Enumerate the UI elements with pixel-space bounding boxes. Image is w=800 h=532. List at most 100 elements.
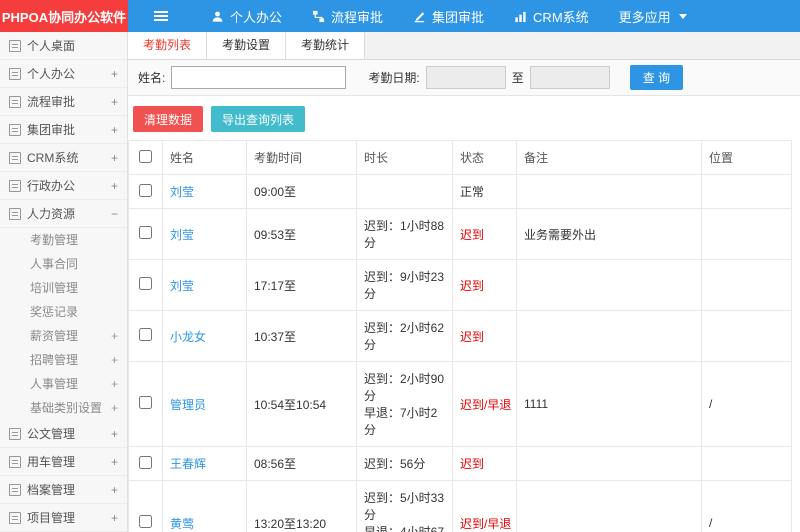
status-text: 迟到 xyxy=(452,310,517,362)
row-checkbox[interactable] xyxy=(139,396,152,409)
name-label: 姓名: xyxy=(138,71,166,85)
people-icon xyxy=(9,207,21,220)
header-location: 位置 xyxy=(701,140,792,175)
flow-icon xyxy=(9,95,21,108)
sidebar-item-human-resources[interactable]: 人力资源 − xyxy=(0,200,127,228)
nav-label: CRM系统 xyxy=(533,9,589,25)
employee-name-link[interactable]: 刘莹 xyxy=(170,228,194,242)
table-row: 管理员 10:54至10:54 迟到：2小时90分 早退：7小时2分 迟到/早退… xyxy=(128,361,792,447)
name-cell: 王春辉 xyxy=(162,446,247,481)
row-checkbox[interactable] xyxy=(139,328,152,341)
stamp-icon xyxy=(9,123,21,136)
nav-group-approval[interactable]: 集团审批 xyxy=(398,0,499,32)
duration xyxy=(356,174,453,209)
sidebar-subitem-reward-punishment[interactable]: 奖惩记录 xyxy=(0,300,127,324)
sidebar-item-vehicle-management[interactable]: 用车管理 + xyxy=(0,448,127,476)
sidebar-subitem-training-management[interactable]: 培训管理 xyxy=(0,276,127,300)
nav-more-apps[interactable]: 更多应用 xyxy=(604,0,702,32)
date-to-input[interactable] xyxy=(529,66,610,89)
name-cell: 黄莺 xyxy=(162,480,247,532)
expand-indicator: + xyxy=(110,329,118,343)
table-row: 刘莹 09:00至 正常 xyxy=(128,174,792,209)
sidebar-item-personal-desktop[interactable]: 个人桌面 xyxy=(0,32,127,60)
date-from-input[interactable] xyxy=(425,66,506,89)
row-checkbox[interactable] xyxy=(139,226,152,239)
sidebar-subitem-attendance-management[interactable]: 考勤管理 xyxy=(0,228,127,252)
header-name: 姓名 xyxy=(162,140,247,175)
sidebar-item-document-management[interactable]: 公文管理 + xyxy=(0,420,127,448)
sidebar-item-crm-system[interactable]: CRM系统 + xyxy=(0,144,127,172)
sidebar-subitem-basic-category-settings[interactable]: 基础类别设置 + xyxy=(0,396,127,420)
name-cell: 刘莹 xyxy=(162,259,247,311)
sidebar-item-label: 档案管理 xyxy=(27,483,76,497)
sidebar-subitem-personnel-contract[interactable]: 人事合同 xyxy=(0,252,127,276)
nav-workflow-approval[interactable]: 流程审批 xyxy=(297,0,398,32)
employee-name-link[interactable]: 管理员 xyxy=(170,398,206,412)
location xyxy=(701,446,792,481)
top-navigation: 个人办公 流程审批 集团审批 CRM系统 更多应用 xyxy=(196,0,702,32)
bar-chart-icon xyxy=(515,11,526,22)
sidebar-item-label: 个人办公 xyxy=(27,67,76,81)
remark xyxy=(516,259,702,311)
row-checkbox[interactable] xyxy=(139,183,152,197)
sidebar-subitem-personnel-management[interactable]: 人事管理 + xyxy=(0,372,127,396)
hamburger-icon[interactable] xyxy=(142,0,180,32)
sidebar-item-workflow-approval[interactable]: 流程审批 + xyxy=(0,88,127,116)
employee-name-link[interactable]: 刘莹 xyxy=(170,279,194,293)
location xyxy=(701,208,792,260)
attendance-time: 10:54至10:54 xyxy=(246,361,357,447)
sidebar-item-archive-management[interactable]: 档案管理 + xyxy=(0,476,127,504)
status-text: 迟到 xyxy=(452,259,517,311)
sidebar-item-personal-office[interactable]: 个人办公 + xyxy=(0,60,127,88)
project-icon xyxy=(9,511,21,524)
name-input[interactable] xyxy=(171,66,347,89)
employee-name-link[interactable]: 刘莹 xyxy=(170,185,194,199)
sidebar-subitem-label: 人事合同 xyxy=(30,257,79,271)
search-bar: 姓名: 考勤日期: 至 查 询 xyxy=(128,60,800,96)
sidebar-item-label: 人力资源 xyxy=(27,207,76,221)
clear-data-button[interactable]: 清理数据 xyxy=(133,106,204,132)
name-cell: 刘莹 xyxy=(162,174,247,209)
desktop-icon xyxy=(9,39,21,52)
export-list-button[interactable]: 导出查询列表 xyxy=(211,106,306,132)
nav-crm-system[interactable]: CRM系统 xyxy=(499,0,604,32)
employee-name-link[interactable]: 王春辉 xyxy=(170,457,206,471)
sidebar: 个人桌面 个人办公 + 流程审批 + 集团审批 + CRM系统 + 行政办公 +… xyxy=(0,32,128,532)
tab-bar: 考勤列表 考勤设置 考勤统计 xyxy=(128,32,800,60)
sidebar-item-project-management[interactable]: 项目管理 + xyxy=(0,504,127,532)
sidebar-subitem-label: 基础类别设置 xyxy=(30,401,103,415)
tab-attendance-list[interactable]: 考勤列表 xyxy=(128,32,208,59)
tab-attendance-statistics[interactable]: 考勤统计 xyxy=(286,32,366,59)
select-all-checkbox[interactable] xyxy=(139,149,152,163)
remark xyxy=(516,174,702,209)
nav-label: 个人办公 xyxy=(230,9,283,25)
sidebar-item-group-approval[interactable]: 集团审批 + xyxy=(0,116,127,144)
duration: 迟到：1小时88分 xyxy=(356,208,453,260)
remark: 1111 xyxy=(516,361,702,447)
sidebar-item-label: 集团审批 xyxy=(27,123,76,137)
expand-indicator: + xyxy=(110,482,118,497)
query-button[interactable]: 查 询 xyxy=(629,65,684,90)
sidebar-subitem-recruitment-management[interactable]: 招聘管理 + xyxy=(0,348,127,372)
sidebar-item-label: 公文管理 xyxy=(27,427,76,441)
document-icon xyxy=(9,427,21,440)
row-checkbox[interactable] xyxy=(139,455,152,469)
sidebar-subitem-salary-management[interactable]: 薪资管理 + xyxy=(0,324,127,348)
employee-name-link[interactable]: 黄莺 xyxy=(170,517,194,531)
name-cell: 刘莹 xyxy=(162,208,247,260)
sidebar-item-label: 个人桌面 xyxy=(27,39,76,53)
table-row: 刘莹 17:17至 迟到：9小时23分 迟到 xyxy=(128,259,792,311)
row-checkbox[interactable] xyxy=(139,277,152,290)
sidebar-subitem-label: 培训管理 xyxy=(30,281,79,295)
car-icon xyxy=(9,455,21,468)
duration: 迟到：56分 xyxy=(356,446,453,481)
tab-attendance-settings[interactable]: 考勤设置 xyxy=(207,32,287,59)
nav-personal-office[interactable]: 个人办公 xyxy=(196,0,297,32)
name-cell: 小龙女 xyxy=(162,310,247,362)
sidebar-subitem-label: 人事管理 xyxy=(30,377,79,391)
employee-name-link[interactable]: 小龙女 xyxy=(170,330,206,344)
sidebar-item-label: CRM系统 xyxy=(27,151,79,165)
sidebar-item-admin-office[interactable]: 行政办公 + xyxy=(0,172,127,200)
user-icon xyxy=(9,67,21,80)
row-checkbox[interactable] xyxy=(139,515,152,528)
